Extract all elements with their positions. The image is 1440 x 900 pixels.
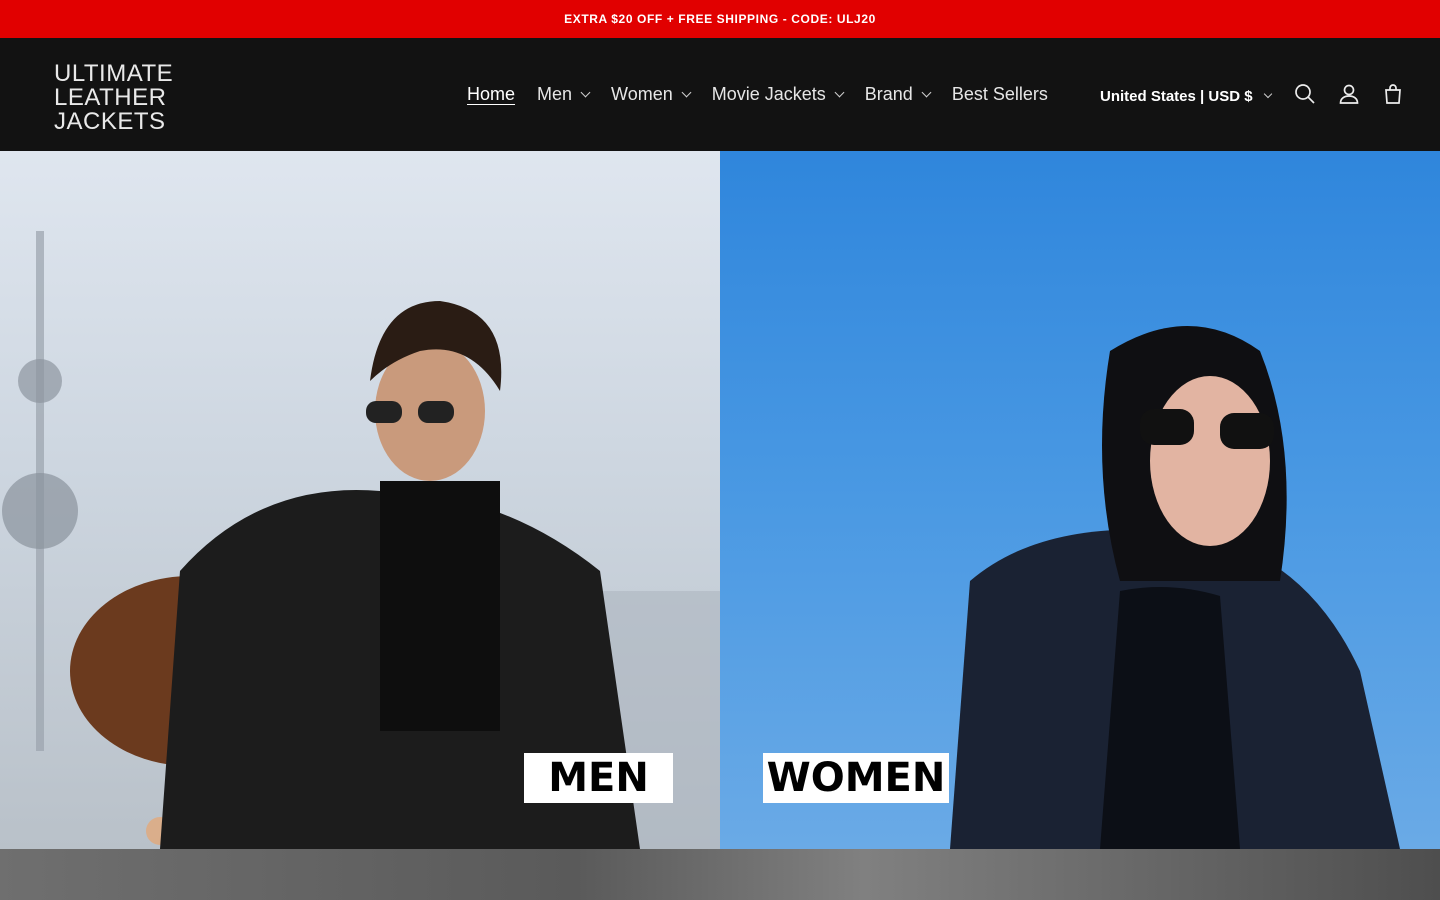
men-category-label[interactable]: MEN	[524, 753, 673, 803]
search-button[interactable]	[1293, 82, 1317, 106]
search-icon	[1295, 84, 1315, 104]
cart-icon	[1385, 84, 1401, 104]
men-hero-image	[2, 231, 720, 849]
hero-men-panel[interactable]: MEN	[0, 151, 720, 849]
nav-best-sellers[interactable]: Best Sellers	[952, 84, 1048, 105]
chevron-down-icon	[1263, 89, 1272, 99]
cart-button[interactable]	[1381, 82, 1405, 106]
logo-line-1: ULTIMATE	[54, 60, 174, 87]
nav-men-label: Men	[537, 84, 573, 104]
announcement-bar: EXTRA $20 OFF + FREE SHIPPING - CODE: UL…	[0, 0, 1440, 38]
next-section-preview	[0, 849, 1440, 900]
country-currency-selector[interactable]: United States | USD $	[1100, 88, 1272, 105]
main-nav: Home Men Women Movie Jackets Brand Best …	[467, 84, 1070, 105]
nav-brand[interactable]: Brand	[864, 84, 932, 105]
women-category-label[interactable]: WOMEN	[763, 753, 949, 803]
nav-brand-label: Brand	[864, 84, 913, 104]
chevron-down-icon	[681, 87, 692, 97]
region-label: United States | USD $	[1100, 88, 1253, 105]
women-hero-image	[950, 326, 1400, 849]
site-logo[interactable]: ULTIMATE LEATHER JACKETS	[54, 62, 173, 134]
nav-movie-jackets-label: Movie Jackets	[711, 84, 826, 104]
announcement-text: EXTRA $20 OFF + FREE SHIPPING - CODE: UL…	[564, 12, 876, 26]
hero-women-panel[interactable]: WOMEN	[720, 151, 1440, 849]
site-header: ULTIMATE LEATHER JACKETS Home Men Women …	[0, 38, 1440, 151]
chevron-down-icon	[580, 87, 591, 97]
nav-home-label: Home	[467, 84, 516, 104]
logo-line-3: JACKETS	[54, 108, 166, 135]
nav-men[interactable]: Men	[537, 84, 591, 105]
nav-women-label: Women	[611, 84, 673, 104]
logo-line-2: LEATHER	[54, 84, 167, 111]
hero-section: MEN WOMEN	[0, 151, 1440, 849]
account-button[interactable]	[1337, 82, 1361, 106]
nav-best-sellers-label: Best Sellers	[951, 84, 1048, 104]
chevron-down-icon	[834, 87, 845, 97]
nav-women[interactable]: Women	[611, 84, 692, 105]
chevron-down-icon	[921, 87, 932, 97]
nav-home[interactable]: Home	[467, 84, 515, 105]
account-icon	[1339, 84, 1359, 104]
nav-movie-jackets[interactable]: Movie Jackets	[711, 84, 845, 105]
